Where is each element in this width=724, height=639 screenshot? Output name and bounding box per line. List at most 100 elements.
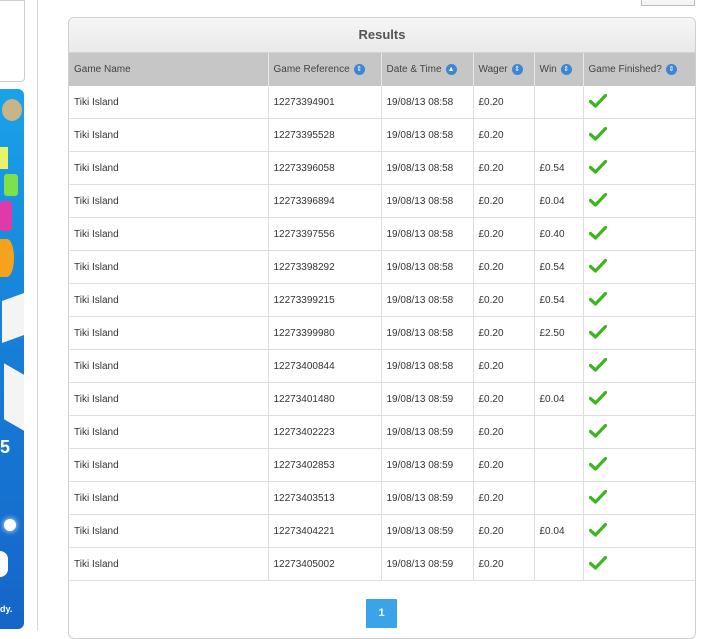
win-cell [534, 415, 584, 449]
game-finished-cell [583, 448, 695, 482]
table-row[interactable]: Tiki Island 12273403513 19/08/13 08:59 £0.2… [69, 481, 695, 515]
table-row[interactable]: Tiki Island 12273399980 19/08/13 08:58 £0.2… [69, 316, 695, 350]
wager-cell: £0.20 [473, 349, 535, 383]
game-name-cell: Tiki Island [69, 481, 269, 515]
table-row[interactable]: Tiki Island 12273405002 19/08/13 08:59 £0.2… [69, 547, 695, 581]
game-reference-cell: 12273401480 [268, 382, 382, 416]
check-icon [588, 357, 607, 372]
col-label: Win [539, 64, 557, 76]
win-cell: £2.50 [534, 316, 584, 350]
check-icon [588, 390, 607, 405]
game-reference-cell: 12273394901 [268, 86, 382, 119]
results-panel: Results Game Name Game Reference ⇕ Date &… [68, 17, 696, 639]
game-finished-cell [583, 184, 695, 218]
check-icon [588, 324, 607, 339]
sort-arrows-icon[interactable]: ⇕ [511, 63, 523, 75]
table-row[interactable]: Tiki Island 12273402853 19/08/13 08:59 £0.2… [69, 448, 695, 482]
sidebar-box [0, 0, 25, 82]
sort-up-icon[interactable]: ▲ [445, 63, 457, 75]
table-row[interactable]: Tiki Island 12273401480 19/08/13 08:59 £0.2… [69, 382, 695, 416]
win-cell: £0.54 [534, 151, 584, 185]
wager-cell: £0.20 [473, 86, 535, 119]
check-icon [588, 423, 607, 438]
wager-cell: £0.20 [473, 481, 535, 515]
check-icon [588, 291, 607, 306]
col-game-reference[interactable]: Game Reference ⇕ [268, 53, 382, 86]
sort-arrows-icon[interactable]: ⇕ [353, 63, 365, 75]
check-icon [588, 258, 607, 273]
game-reference-cell: 12273400844 [268, 349, 382, 383]
table-row[interactable]: Tiki Island 12273396894 19/08/13 08:58 £0.2… [69, 184, 695, 218]
game-finished-cell [583, 514, 695, 548]
table-row[interactable]: Tiki Island 12273397556 19/08/13 08:58 £0.2… [69, 217, 695, 251]
win-cell: £0.54 [534, 250, 584, 284]
table-row[interactable]: Tiki Island 12273400844 19/08/13 08:58 £0.2… [69, 349, 695, 383]
check-icon [588, 456, 607, 471]
check-icon [588, 522, 607, 537]
table-row[interactable]: Tiki Island 12273394901 19/08/13 08:58 £0.2… [69, 86, 695, 119]
game-name-cell: Tiki Island [69, 382, 269, 416]
wager-cell: £0.20 [473, 448, 535, 482]
date-time-cell: 19/08/13 08:59 [381, 547, 474, 581]
wager-cell: £0.20 [473, 151, 535, 185]
game-finished-cell [583, 415, 695, 449]
game-name-cell: Tiki Island [69, 316, 269, 350]
game-name-cell: Tiki Island [69, 448, 269, 482]
game-reference-cell: 12273399215 [268, 283, 382, 317]
wager-cell: £0.20 [473, 283, 535, 317]
win-cell [534, 86, 584, 119]
date-time-cell: 19/08/13 08:58 [381, 316, 474, 350]
page-button-1[interactable]: 1 [366, 599, 397, 628]
game-name-cell: Tiki Island [69, 86, 269, 119]
game-name-cell: Tiki Island [69, 118, 269, 152]
game-reference-cell: 12273396058 [268, 151, 382, 185]
table-row[interactable]: Tiki Island 12273395528 19/08/13 08:58 £0.2… [69, 118, 695, 152]
game-reference-cell: 12273395528 [268, 118, 382, 152]
wager-cell: £0.20 [473, 217, 535, 251]
table-row[interactable]: Tiki Island 12273402223 19/08/13 08:59 £0.2… [69, 415, 695, 449]
win-cell: £0.04 [534, 184, 584, 218]
col-label: Wager [478, 64, 508, 76]
wager-cell: £0.20 [473, 316, 535, 350]
win-cell [534, 547, 584, 581]
game-finished-cell [583, 151, 695, 185]
table-row[interactable]: Tiki Island 12273396058 19/08/13 08:58 £0.2… [69, 151, 695, 185]
game-name-cell: Tiki Island [69, 250, 269, 284]
game-finished-cell [583, 283, 695, 317]
date-time-cell: 19/08/13 08:58 [381, 283, 474, 317]
game-finished-cell [583, 118, 695, 152]
game-reference-cell: 12273405002 [268, 547, 382, 581]
check-icon [588, 555, 607, 570]
table-row[interactable]: Tiki Island 12273399215 19/08/13 08:58 £0.2… [69, 283, 695, 317]
win-cell [534, 349, 584, 383]
game-reference-cell: 12273403513 [268, 481, 382, 515]
game-finished-cell [583, 382, 695, 416]
win-cell: £0.04 [534, 382, 584, 416]
col-game-finished[interactable]: Game Finished? ⇕ [583, 53, 695, 86]
table-row[interactable]: Tiki Island 12273398292 19/08/13 08:58 £0.2… [69, 250, 695, 284]
col-win[interactable]: Win ⇕ [534, 53, 584, 86]
game-reference-cell: 12273402853 [268, 448, 382, 482]
game-name-cell: Tiki Island [69, 217, 269, 251]
col-wager[interactable]: Wager ⇕ [473, 53, 535, 86]
date-time-cell: 19/08/13 08:59 [381, 481, 474, 515]
table-row[interactable]: Tiki Island 12273404221 19/08/13 08:59 £0.2… [69, 514, 695, 548]
game-name-cell: Tiki Island [69, 349, 269, 383]
check-icon [588, 192, 607, 207]
win-cell [534, 118, 584, 152]
sort-arrows-icon[interactable]: ⇕ [560, 63, 572, 75]
footer-text-cutoff [530, 624, 692, 631]
date-time-cell: 19/08/13 08:58 [381, 217, 474, 251]
col-date-time[interactable]: Date & Time ▲ [381, 53, 474, 86]
game-finished-cell [583, 86, 695, 119]
sort-arrows-icon[interactable]: ⇕ [665, 63, 677, 75]
game-reference-cell: 12273397556 [268, 217, 382, 251]
check-icon [588, 225, 607, 240]
advert-banner[interactable]: 5 dy. [0, 89, 24, 629]
top-select-control[interactable] [641, 0, 695, 6]
date-time-cell: 19/08/13 08:58 [381, 151, 474, 185]
col-label: Game Finished? [588, 64, 662, 76]
game-reference-cell: 12273402223 [268, 415, 382, 449]
col-game-name[interactable]: Game Name [69, 53, 269, 86]
check-icon [588, 489, 607, 504]
